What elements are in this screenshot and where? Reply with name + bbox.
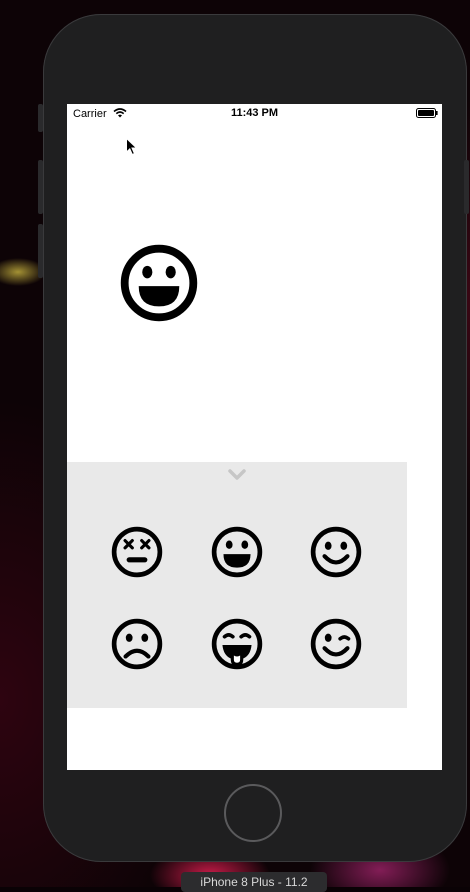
grinning-face-icon (120, 244, 198, 322)
smiling-face-icon[interactable] (310, 526, 362, 578)
chevron-down-icon[interactable] (227, 468, 247, 482)
status-bar: Carrier 11:43 PM (67, 104, 442, 124)
battery-full-icon (416, 108, 438, 118)
frowning-face-icon[interactable] (111, 618, 163, 670)
status-time: 11:43 PM (230, 107, 279, 119)
mouse-cursor-icon (126, 138, 138, 156)
grinning-face-icon[interactable] (211, 526, 263, 578)
volume-down-button (38, 224, 43, 278)
power-button (464, 160, 469, 214)
device-screen: Carrier 11:43 PM (67, 104, 442, 770)
tongue-out-face-icon[interactable] (211, 618, 263, 670)
winking-face-icon[interactable] (310, 618, 362, 670)
emoji-drawer (67, 462, 407, 708)
mute-switch (38, 104, 43, 132)
dizzy-face-icon[interactable] (111, 526, 163, 578)
home-button[interactable] (224, 784, 282, 842)
volume-up-button (38, 160, 43, 214)
simulator-device-label: iPhone 8 Plus - 11.2 (181, 872, 327, 892)
